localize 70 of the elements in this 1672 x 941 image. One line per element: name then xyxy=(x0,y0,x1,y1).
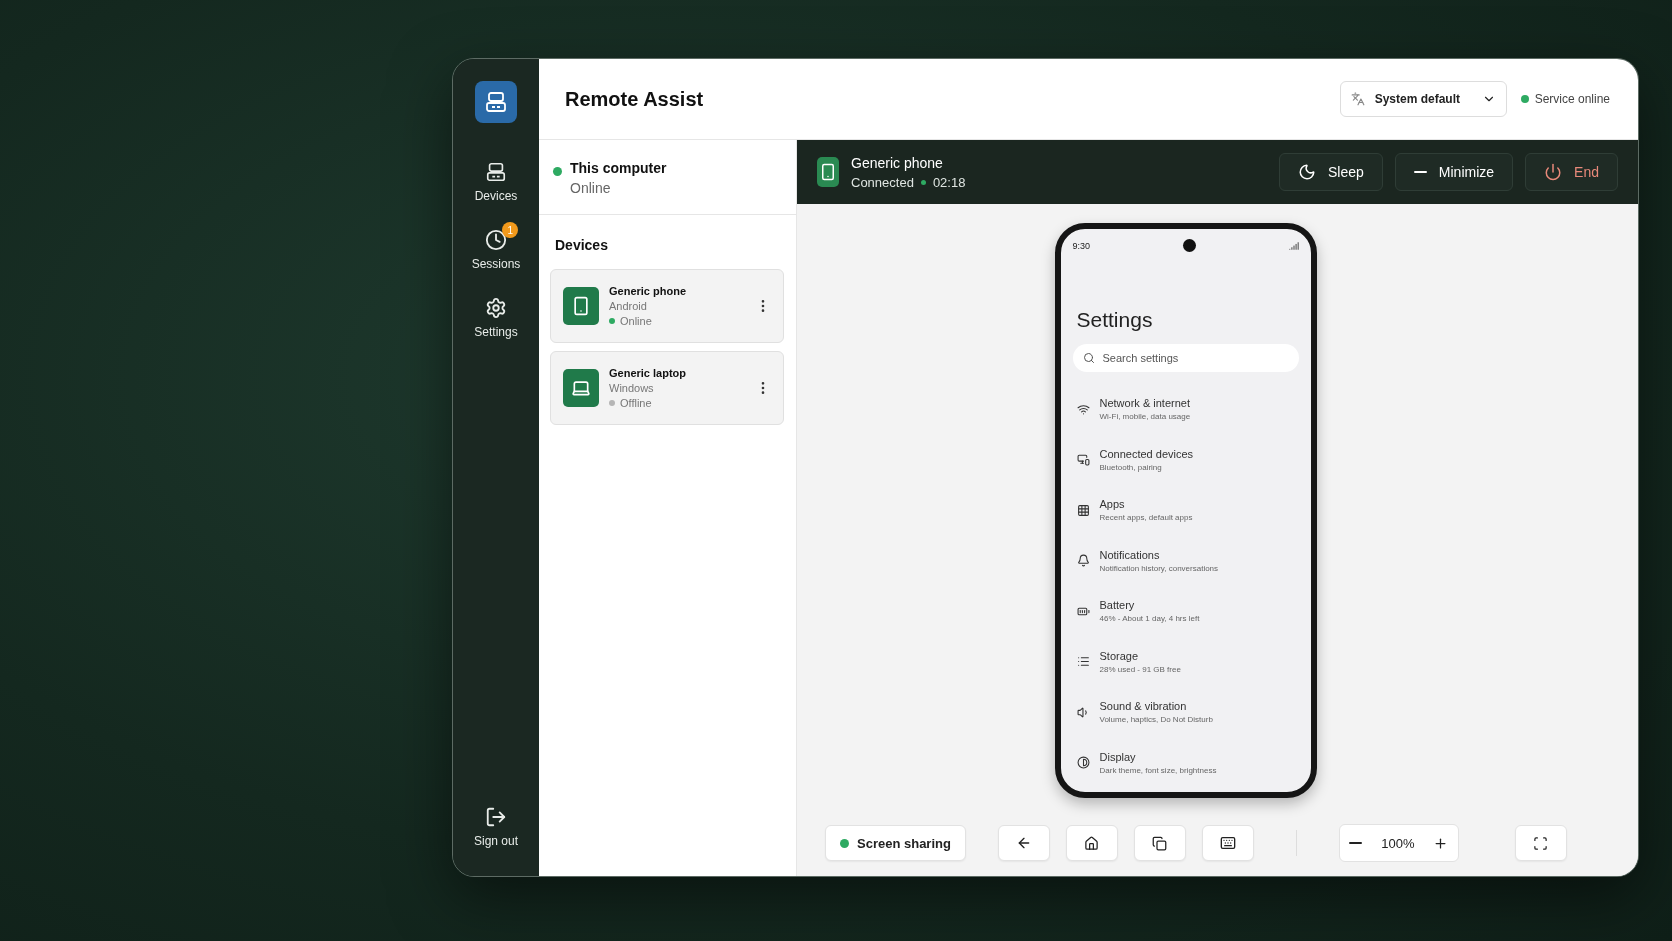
moon-icon xyxy=(1298,163,1317,181)
search-icon xyxy=(1082,352,1095,364)
settings-search[interactable]: Search settings xyxy=(1072,344,1299,372)
menu-row[interactable]: Battery 46% - About 1 day, 4 hrs left xyxy=(1072,586,1299,637)
menu-row[interactable]: Network & internet Wi-Fi, mobile, data usage xyxy=(1072,384,1299,435)
home-button[interactable] xyxy=(1065,825,1118,861)
device-os: Android xyxy=(609,300,648,312)
menu-row[interactable]: Notifications Notification history, conversations xyxy=(1072,535,1299,586)
zoom-in-icon[interactable] xyxy=(1433,835,1449,851)
fullscreen-button[interactable] xyxy=(1514,825,1567,861)
phone-icon xyxy=(563,287,599,325)
menu-row[interactable]: Display Dark theme, font size, brightness xyxy=(1072,737,1299,788)
zoom-level: 100% xyxy=(1381,835,1415,851)
copy-icon xyxy=(1152,835,1168,851)
wifi-icon xyxy=(1076,402,1090,416)
fullscreen-icon xyxy=(1533,835,1549,851)
phone-icon xyxy=(817,157,839,187)
contrast-icon xyxy=(1076,756,1090,770)
session-timer: 02:18 xyxy=(932,174,966,190)
settings-icon xyxy=(485,297,507,319)
notification-badge: 1 xyxy=(502,222,519,238)
phone-clock: 9:30 xyxy=(1072,240,1091,251)
minimize-button[interactable]: Minimize xyxy=(1394,153,1514,191)
menu-row[interactable]: Apps Recent apps, default apps xyxy=(1072,485,1299,536)
device-status: Online xyxy=(620,315,652,327)
session-device: Generic phone xyxy=(851,154,944,171)
speaker-icon xyxy=(1076,705,1090,719)
app-title: Remote Assist xyxy=(565,87,705,111)
session-status: Connected xyxy=(851,174,914,190)
rail-item[interactable]: Devices xyxy=(466,153,526,203)
laptop-icon xyxy=(563,369,599,407)
sign-out-button[interactable]: Sign out xyxy=(465,798,526,848)
grid-icon xyxy=(1076,503,1090,517)
camera-dot xyxy=(1182,239,1196,252)
bell-icon xyxy=(1076,554,1090,568)
signal-icon xyxy=(1288,240,1299,251)
rail-item[interactable]: 1 Sessions xyxy=(463,221,529,271)
devices-icon xyxy=(485,161,507,183)
device-card[interactable]: Generic laptop Windows Offline xyxy=(550,351,784,425)
device-name: Generic laptop xyxy=(609,367,688,379)
recents-button[interactable] xyxy=(1133,825,1186,861)
screen-title: Settings xyxy=(1076,308,1154,332)
devices-icon xyxy=(484,90,508,114)
computer-status: Online xyxy=(570,180,612,196)
section-heading: Devices xyxy=(554,236,609,255)
home-icon xyxy=(1084,835,1100,851)
device-card[interactable]: Generic phone Android Online xyxy=(550,269,784,343)
sign-out-icon xyxy=(485,806,507,828)
language-select[interactable]: System default xyxy=(1339,81,1507,117)
minus-icon xyxy=(1413,171,1427,173)
list-icon xyxy=(1076,655,1090,669)
power-icon xyxy=(1544,163,1563,181)
devices-icon xyxy=(1076,453,1090,467)
service-status: Service online xyxy=(1534,92,1610,106)
end-button[interactable]: End xyxy=(1525,153,1618,191)
status-dot xyxy=(920,179,926,185)
keyboard-icon xyxy=(1219,835,1236,851)
screen-sharing-button[interactable]: Screen sharing xyxy=(825,825,966,861)
menu-row[interactable]: Connected devices Bluetooth, pairing xyxy=(1072,434,1299,485)
clock-icon xyxy=(485,229,507,251)
menu-row[interactable]: Sound & vibration Volume, haptics, Do Not Disturb xyxy=(1072,687,1299,738)
translate-icon xyxy=(1350,92,1365,106)
sleep-button[interactable]: Sleep xyxy=(1279,153,1383,191)
device-os: Windows xyxy=(609,382,655,394)
device-status: Offline xyxy=(620,397,652,409)
computer-name: This computer xyxy=(570,160,667,176)
keyboard-button[interactable] xyxy=(1201,825,1254,861)
device-name: Generic phone xyxy=(609,285,688,297)
rail-item[interactable]: Settings xyxy=(466,289,526,339)
menu-row[interactable]: Storage 28% used - 91 GB free xyxy=(1072,636,1299,687)
